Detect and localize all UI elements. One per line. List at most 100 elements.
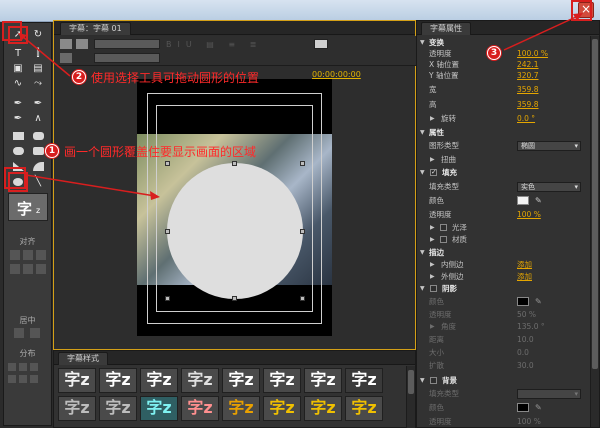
template-icon[interactable] <box>60 53 72 63</box>
roll-crawl-options-icon[interactable] <box>76 39 88 49</box>
background-section[interactable]: ▼ 背景 <box>417 375 587 386</box>
fill-section[interactable]: ▼ ✓ 填充 <box>417 167 587 178</box>
styles-scroll-thumb[interactable] <box>408 370 414 394</box>
close-button[interactable]: × <box>578 2 594 18</box>
vertical-area-type-tool-icon[interactable]: ▤ <box>30 62 46 76</box>
style-swatch[interactable]: 字z <box>99 368 137 393</box>
title-stage[interactable] <box>137 79 332 336</box>
canvas-tab[interactable]: 字幕：字幕 01 <box>60 22 131 35</box>
distribute-middle-icon[interactable] <box>19 375 27 383</box>
text-format-buttons[interactable]: BIU ▤ ≡ ≣ <box>166 40 306 49</box>
styles-scrollbar[interactable] <box>406 366 415 428</box>
convert-anchor-tool-icon[interactable]: ∧ <box>30 112 46 126</box>
fill-opacity-value[interactable]: 100 % <box>517 209 541 220</box>
styles-tab[interactable]: 字幕样式 <box>58 352 108 365</box>
selection-tool-icon[interactable]: ➚ <box>8 26 28 44</box>
align-bottom-icon[interactable] <box>36 264 46 274</box>
align-center-icon[interactable] <box>23 250 33 260</box>
style-swatch[interactable]: 字z <box>58 396 96 421</box>
ellipse-shape[interactable] <box>167 163 303 299</box>
fill-checkbox[interactable]: ✓ <box>430 169 437 176</box>
style-swatch[interactable]: 字z <box>140 396 178 421</box>
rotation-tool-icon[interactable]: ↻ <box>30 28 46 42</box>
bg-fill-type-dropdown[interactable] <box>517 389 581 399</box>
distribute-top-icon[interactable] <box>8 375 16 383</box>
resize-handle-bl[interactable] <box>165 296 170 301</box>
wedge-tool-icon[interactable] <box>13 162 24 171</box>
style-swatch[interactable]: 字z <box>181 368 219 393</box>
new-title-icon[interactable] <box>60 39 72 49</box>
rounded-corner-rectangle-tool-icon[interactable] <box>33 147 44 155</box>
resize-handle-b[interactable] <box>232 296 237 301</box>
font-style-dropdown[interactable] <box>94 53 160 63</box>
style-swatch[interactable]: 字z <box>304 368 342 393</box>
distribute-left-icon[interactable] <box>8 363 16 371</box>
outer-stroke-add-link[interactable]: 添加 <box>517 271 532 282</box>
vertical-path-type-tool-icon[interactable]: ⤳ <box>30 77 46 91</box>
distort-row[interactable]: ▶ 扭曲 <box>417 154 587 165</box>
rounded-rectangle-tool-icon[interactable] <box>33 132 44 140</box>
resize-handle-tr[interactable] <box>300 161 305 166</box>
align-right-icon[interactable] <box>36 250 46 260</box>
shadow-opacity-value[interactable]: 50 % <box>517 309 536 320</box>
align-top-icon[interactable] <box>10 264 20 274</box>
shadow-checkbox[interactable] <box>430 285 437 292</box>
center-vertical-icon[interactable] <box>30 328 40 338</box>
transform-opacity-value[interactable]: 100.0 % <box>517 48 548 59</box>
texture-checkbox[interactable] <box>440 236 447 243</box>
style-swatch[interactable]: 字z <box>181 396 219 421</box>
properties-section[interactable]: ▼ 属性 <box>417 127 587 138</box>
bg-opacity-value[interactable]: 100 % <box>517 416 541 427</box>
background-checkbox[interactable] <box>430 377 437 384</box>
shadow-distance-value[interactable]: 10.0 <box>517 334 534 345</box>
stroke-section[interactable]: ▼ 描边 <box>417 247 587 258</box>
style-swatch[interactable]: 字z <box>140 368 178 393</box>
shadow-spread-value[interactable]: 30.0 <box>517 360 534 371</box>
transform-section[interactable]: ▼ 变换 <box>417 37 587 48</box>
props-scroll-thumb[interactable] <box>592 39 598 369</box>
style-swatch[interactable]: 字z <box>222 368 260 393</box>
resize-handle-t[interactable] <box>232 161 237 166</box>
inner-stroke-add-link[interactable]: 添加 <box>517 259 532 270</box>
clipped-rectangle-tool-icon[interactable] <box>13 147 24 155</box>
align-left-icon[interactable] <box>10 250 20 260</box>
style-swatch[interactable]: 字z <box>99 396 137 421</box>
font-family-dropdown[interactable] <box>94 39 160 49</box>
props-tab[interactable]: 字幕属性 <box>421 22 471 35</box>
props-scrollbar[interactable] <box>590 36 599 427</box>
shadow-section[interactable]: ▼ 阴影 <box>417 283 587 294</box>
area-type-tool-icon[interactable]: ▣ <box>10 62 26 76</box>
style-swatch[interactable]: 字z <box>58 368 96 393</box>
pen-tool-icon[interactable]: ✒ <box>10 97 26 111</box>
shadow-eyedropper-icon[interactable]: ✎ <box>535 296 542 307</box>
delete-anchor-tool-icon[interactable]: ✒ <box>10 112 26 126</box>
type-tool-icon[interactable]: T <box>10 47 26 61</box>
style-swatch[interactable]: 字z <box>263 368 301 393</box>
style-swatch[interactable]: 字z <box>345 368 383 393</box>
fill-color-swatch[interactable] <box>517 196 529 205</box>
style-swatch[interactable]: 字z <box>345 396 383 421</box>
width-value[interactable]: 359.8 <box>517 84 538 95</box>
bg-color-swatch[interactable] <box>517 403 529 412</box>
style-swatch[interactable]: 字z <box>263 396 301 421</box>
y-position-value[interactable]: 320.7 <box>517 70 538 81</box>
rectangle-tool-icon[interactable] <box>13 132 24 140</box>
height-value[interactable]: 359.8 <box>517 99 538 110</box>
style-swatch[interactable]: 字z <box>222 396 260 421</box>
align-middle-icon[interactable] <box>23 264 33 274</box>
shadow-color-swatch[interactable] <box>517 297 529 306</box>
shape-type-dropdown[interactable]: 椭圆 <box>517 141 581 151</box>
resize-handle-l[interactable] <box>165 229 170 234</box>
distribute-center-icon[interactable] <box>19 363 27 371</box>
vertical-type-tool-icon[interactable]: ⫿ <box>30 47 46 61</box>
x-position-value[interactable]: 242.1 <box>517 59 538 70</box>
add-anchor-tool-icon[interactable]: ✒ <box>30 97 46 111</box>
resize-handle-br[interactable] <box>300 296 305 301</box>
sheen-checkbox[interactable] <box>440 224 447 231</box>
shadow-size-value[interactable]: 0.0 <box>517 347 529 358</box>
bg-eyedropper-icon[interactable]: ✎ <box>535 402 542 413</box>
resize-handle-tl[interactable] <box>165 161 170 166</box>
eyedropper-icon[interactable]: ✎ <box>535 195 542 206</box>
rotation-value[interactable]: 0.0 ° <box>517 113 535 124</box>
line-tool-icon[interactable]: ╲ <box>30 175 46 189</box>
